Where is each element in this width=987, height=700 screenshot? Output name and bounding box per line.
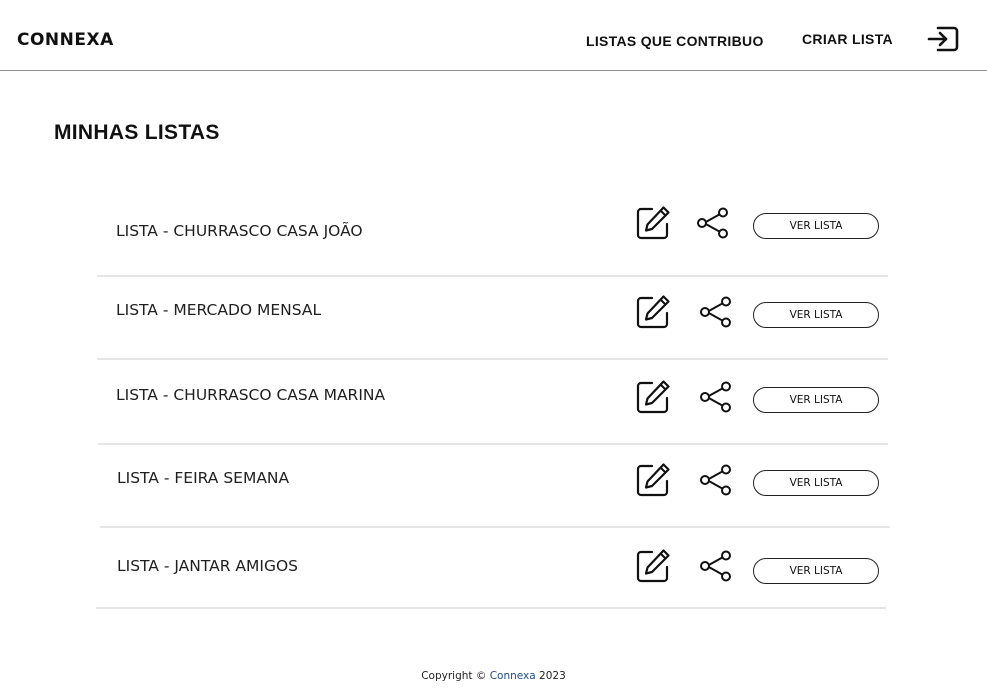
edit-icon[interactable] xyxy=(635,205,671,241)
logout-icon[interactable] xyxy=(926,25,960,53)
view-list-button[interactable]: VER LISTA xyxy=(753,302,879,328)
view-list-button[interactable]: VER LISTA xyxy=(753,213,879,239)
view-list-button[interactable]: VER LISTA xyxy=(753,387,879,413)
view-list-button[interactable]: VER LISTA xyxy=(753,558,879,584)
share-icon[interactable] xyxy=(696,207,730,239)
list-name: LISTA - JANTAR AMIGOS xyxy=(117,557,299,575)
nav-create-list[interactable]: CRIAR LISTA xyxy=(802,31,893,47)
list-name: LISTA - CHURRASCO CASA JOÃO xyxy=(116,222,363,240)
share-icon[interactable] xyxy=(699,296,733,328)
share-icon[interactable] xyxy=(699,550,733,582)
edit-icon[interactable] xyxy=(635,462,671,498)
brand-logo[interactable]: CONNEXA xyxy=(17,30,114,50)
list-name: LISTA - FEIRA SEMANA xyxy=(117,469,290,487)
share-icon[interactable] xyxy=(699,464,733,496)
list-name: LISTA - CHURRASCO CASA MARINA xyxy=(116,386,386,404)
list-name: LISTA - MERCADO MENSAL xyxy=(116,301,322,319)
edit-icon[interactable] xyxy=(635,294,671,330)
share-icon[interactable] xyxy=(699,381,733,413)
footer-brand-link[interactable]: Connexa xyxy=(490,670,536,682)
nav-contributed-lists[interactable]: LISTAS QUE CONTRIBUO xyxy=(586,33,764,49)
page-title: MINHAS LISTAS xyxy=(54,121,220,144)
edit-icon[interactable] xyxy=(635,548,671,584)
edit-icon[interactable] xyxy=(635,379,671,415)
footer: Copyright © Connexa 2023 xyxy=(0,670,987,682)
copyright-year: 2023 xyxy=(539,670,566,682)
top-bar: CONNEXA LISTAS QUE CONTRIBUO CRIAR LISTA xyxy=(0,0,987,71)
copyright-prefix: Copyright © xyxy=(421,670,487,682)
view-list-button[interactable]: VER LISTA xyxy=(753,470,879,496)
